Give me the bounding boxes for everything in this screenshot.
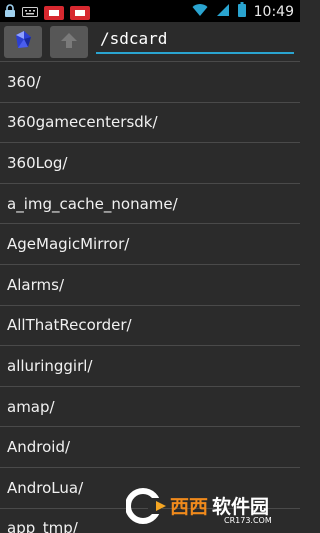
list-item[interactable]: Alarms/ [0,265,300,306]
keyboard-icon [22,3,38,22]
battery-icon [237,2,246,21]
folder-name: amap/ [7,397,55,416]
up-arrow-icon [60,31,78,53]
folder-name: a_img_cache_noname/ [7,194,178,213]
folder-name: 360/ [7,72,41,91]
app-menu-button[interactable] [4,26,42,58]
svg-text:西西: 西西 [170,496,208,518]
folder-name: Alarms/ [7,275,65,294]
list-item[interactable]: alluringgirl/ [0,346,300,387]
lock-icon [4,3,16,22]
up-directory-button[interactable] [50,26,88,58]
notification-red-icon [70,5,90,20]
file-list: 360/ 360gamecentersdk/ 360Log/ a_img_cac… [0,62,300,533]
folder-name: app_tmp/ [7,519,78,533]
signal-icon [216,2,230,21]
folder-name: 360Log/ [7,153,68,172]
status-bar: 10:49 [0,0,300,22]
folder-name: 360gamecentersdk/ [7,113,158,132]
list-item[interactable]: 360gamecentersdk/ [0,103,300,144]
list-item[interactable]: a_img_cache_noname/ [0,184,300,225]
toolbar: /sdcard [0,22,300,62]
folder-name: AllThatRecorder/ [7,316,132,335]
folder-name: alluringgirl/ [7,356,93,375]
gem-icon [12,29,34,55]
list-item[interactable]: 360Log/ [0,143,300,184]
list-item[interactable]: amap/ [0,387,300,428]
folder-name: AndroLua/ [7,478,84,497]
folder-name: Android/ [7,438,71,457]
notification-red-icon [44,5,64,20]
svg-text:CR173.COM: CR173.COM [224,516,272,525]
wifi-icon [192,2,208,21]
watermark-logo: 西西 软件园 CR173.COM [125,487,302,525]
list-item[interactable]: AllThatRecorder/ [0,306,300,347]
list-item[interactable]: AgeMagicMirror/ [0,224,300,265]
path-input[interactable]: /sdcard [96,26,294,54]
clock: 10:49 [253,3,294,20]
svg-text:软件园: 软件园 [212,495,269,518]
list-item[interactable]: Android/ [0,427,300,468]
list-item[interactable]: 360/ [0,62,300,103]
folder-name: AgeMagicMirror/ [7,235,130,254]
